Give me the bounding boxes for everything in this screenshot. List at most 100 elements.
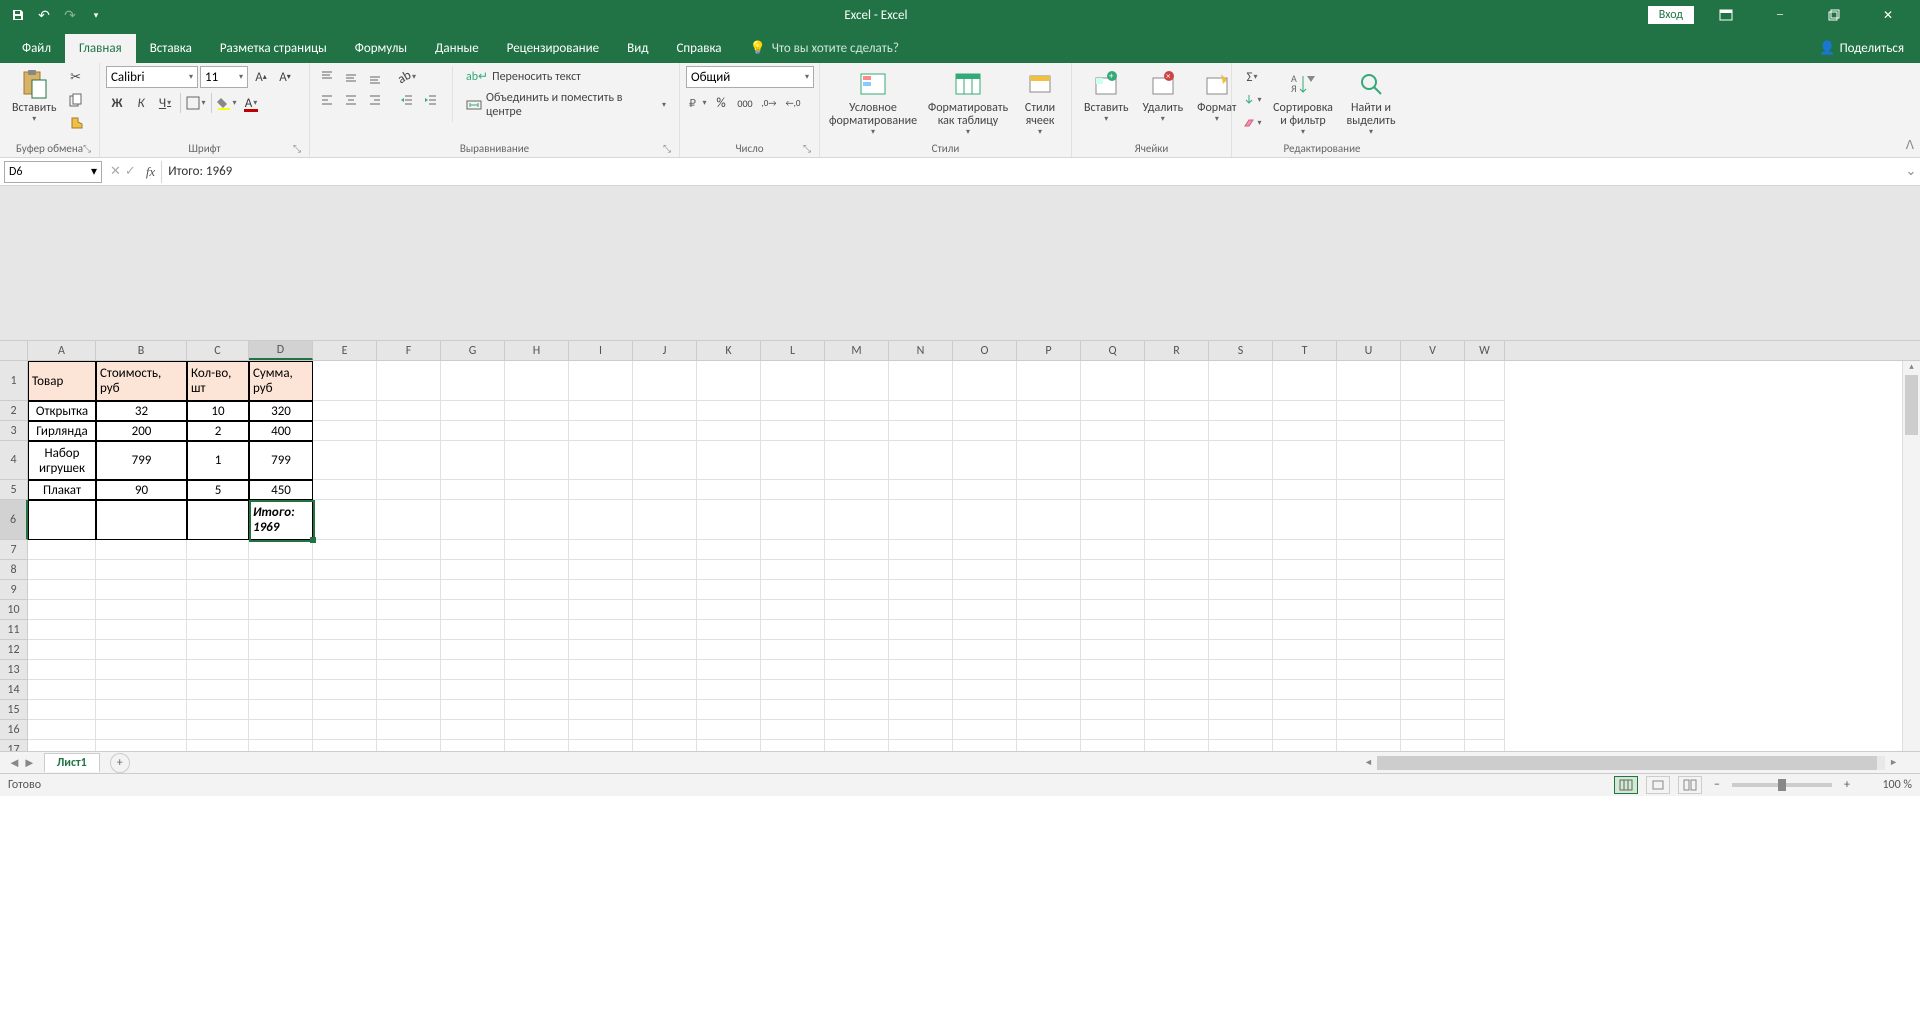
cell-K13[interactable] xyxy=(697,660,761,680)
cell-F13[interactable] xyxy=(377,660,441,680)
row-header-14[interactable]: 14 xyxy=(0,680,28,700)
cell-b5[interactable]: 90 xyxy=(96,480,187,500)
cell-U15[interactable] xyxy=(1337,700,1401,720)
cell-P9[interactable] xyxy=(1017,580,1081,600)
tab-data[interactable]: Данные xyxy=(421,34,493,63)
cell-A14[interactable] xyxy=(28,680,96,700)
col-header-I[interactable]: I xyxy=(569,341,633,360)
tab-file[interactable]: Файл xyxy=(8,34,65,63)
page-break-view-icon[interactable] xyxy=(1678,776,1702,794)
col-header-K[interactable]: K xyxy=(697,341,761,360)
cell-V16[interactable] xyxy=(1401,720,1465,740)
cell-R10[interactable] xyxy=(1145,600,1209,620)
cell-C11[interactable] xyxy=(187,620,249,640)
cell-M1[interactable] xyxy=(825,361,889,401)
cell-D17[interactable] xyxy=(249,740,313,751)
cell-V12[interactable] xyxy=(1401,640,1465,660)
cell-S8[interactable] xyxy=(1209,560,1273,580)
cell-V1[interactable] xyxy=(1401,361,1465,401)
cell-c6[interactable] xyxy=(187,500,249,540)
wrap-text-button[interactable]: ab↵ Переносить текст xyxy=(459,66,673,87)
cell-R17[interactable] xyxy=(1145,740,1209,751)
hscroll-right-icon[interactable]: ► xyxy=(1885,757,1902,768)
cell-V5[interactable] xyxy=(1401,480,1465,500)
cell-E8[interactable] xyxy=(313,560,377,580)
cell-G3[interactable] xyxy=(441,421,505,441)
cell-K8[interactable] xyxy=(697,560,761,580)
cell-B8[interactable] xyxy=(96,560,187,580)
underline-button[interactable]: Ч xyxy=(154,92,176,114)
cell-S15[interactable] xyxy=(1209,700,1273,720)
cell-H13[interactable] xyxy=(505,660,569,680)
cell-K3[interactable] xyxy=(697,421,761,441)
sheet-nav-prev-icon[interactable]: ◄ xyxy=(8,755,21,771)
copy-icon[interactable] xyxy=(65,89,87,111)
cell-Q12[interactable] xyxy=(1081,640,1145,660)
cell-F9[interactable] xyxy=(377,580,441,600)
cell-E15[interactable] xyxy=(313,700,377,720)
font-color-button[interactable]: A xyxy=(240,92,262,114)
cell-K2[interactable] xyxy=(697,401,761,421)
cell-W4[interactable] xyxy=(1465,441,1505,480)
cell-N10[interactable] xyxy=(889,600,953,620)
header-сумма[interactable]: Сумма, руб xyxy=(249,361,313,401)
cell-P11[interactable] xyxy=(1017,620,1081,640)
format-painter-icon[interactable] xyxy=(65,112,87,134)
cell-R6[interactable] xyxy=(1145,500,1209,540)
cell-K6[interactable] xyxy=(697,500,761,540)
cell-I11[interactable] xyxy=(569,620,633,640)
col-header-M[interactable]: M xyxy=(825,341,889,360)
number-launcher-icon[interactable]: ⤡ xyxy=(803,142,811,155)
align-bottom-icon[interactable] xyxy=(364,66,386,88)
fx-icon[interactable]: fx xyxy=(140,164,161,180)
row-header-1[interactable]: 1 xyxy=(0,361,28,401)
cell-S2[interactable] xyxy=(1209,401,1273,421)
cell-A16[interactable] xyxy=(28,720,96,740)
cell-A10[interactable] xyxy=(28,600,96,620)
horizontal-scrollbar[interactable] xyxy=(1377,756,1885,770)
cell-U5[interactable] xyxy=(1337,480,1401,500)
decrease-font-icon[interactable]: A▾ xyxy=(274,66,296,88)
cell-L16[interactable] xyxy=(761,720,825,740)
cell-U4[interactable] xyxy=(1337,441,1401,480)
align-top-icon[interactable] xyxy=(316,66,338,88)
cell-b6[interactable] xyxy=(96,500,187,540)
cell-I4[interactable] xyxy=(569,441,633,480)
cell-T7[interactable] xyxy=(1273,540,1337,560)
row-header-9[interactable]: 9 xyxy=(0,580,28,600)
cell-T16[interactable] xyxy=(1273,720,1337,740)
cell-F14[interactable] xyxy=(377,680,441,700)
cell-V3[interactable] xyxy=(1401,421,1465,441)
cell-N11[interactable] xyxy=(889,620,953,640)
cell-M2[interactable] xyxy=(825,401,889,421)
tab-home[interactable]: Главная xyxy=(65,34,136,63)
cell-K15[interactable] xyxy=(697,700,761,720)
cell-F2[interactable] xyxy=(377,401,441,421)
cell-N1[interactable] xyxy=(889,361,953,401)
cell-S5[interactable] xyxy=(1209,480,1273,500)
cell-B7[interactable] xyxy=(96,540,187,560)
cell-b3[interactable]: 200 xyxy=(96,421,187,441)
zoom-in-icon[interactable]: + xyxy=(1840,778,1854,792)
cell-N7[interactable] xyxy=(889,540,953,560)
cell-W2[interactable] xyxy=(1465,401,1505,421)
cell-O5[interactable] xyxy=(953,480,1017,500)
cell-F7[interactable] xyxy=(377,540,441,560)
cell-T11[interactable] xyxy=(1273,620,1337,640)
cell-U1[interactable] xyxy=(1337,361,1401,401)
cell-P8[interactable] xyxy=(1017,560,1081,580)
vertical-scrollbar[interactable]: ▴ xyxy=(1902,361,1920,751)
cell-D7[interactable] xyxy=(249,540,313,560)
row-header-15[interactable]: 15 xyxy=(0,700,28,720)
cell-Q6[interactable] xyxy=(1081,500,1145,540)
tab-help[interactable]: Справка xyxy=(662,34,735,63)
cell-R5[interactable] xyxy=(1145,480,1209,500)
cell-F12[interactable] xyxy=(377,640,441,660)
cell-O16[interactable] xyxy=(953,720,1017,740)
cell-U13[interactable] xyxy=(1337,660,1401,680)
cell-I1[interactable] xyxy=(569,361,633,401)
cell-H12[interactable] xyxy=(505,640,569,660)
hscroll-thumb[interactable] xyxy=(1377,756,1877,770)
cell-T17[interactable] xyxy=(1273,740,1337,751)
cell-Q7[interactable] xyxy=(1081,540,1145,560)
